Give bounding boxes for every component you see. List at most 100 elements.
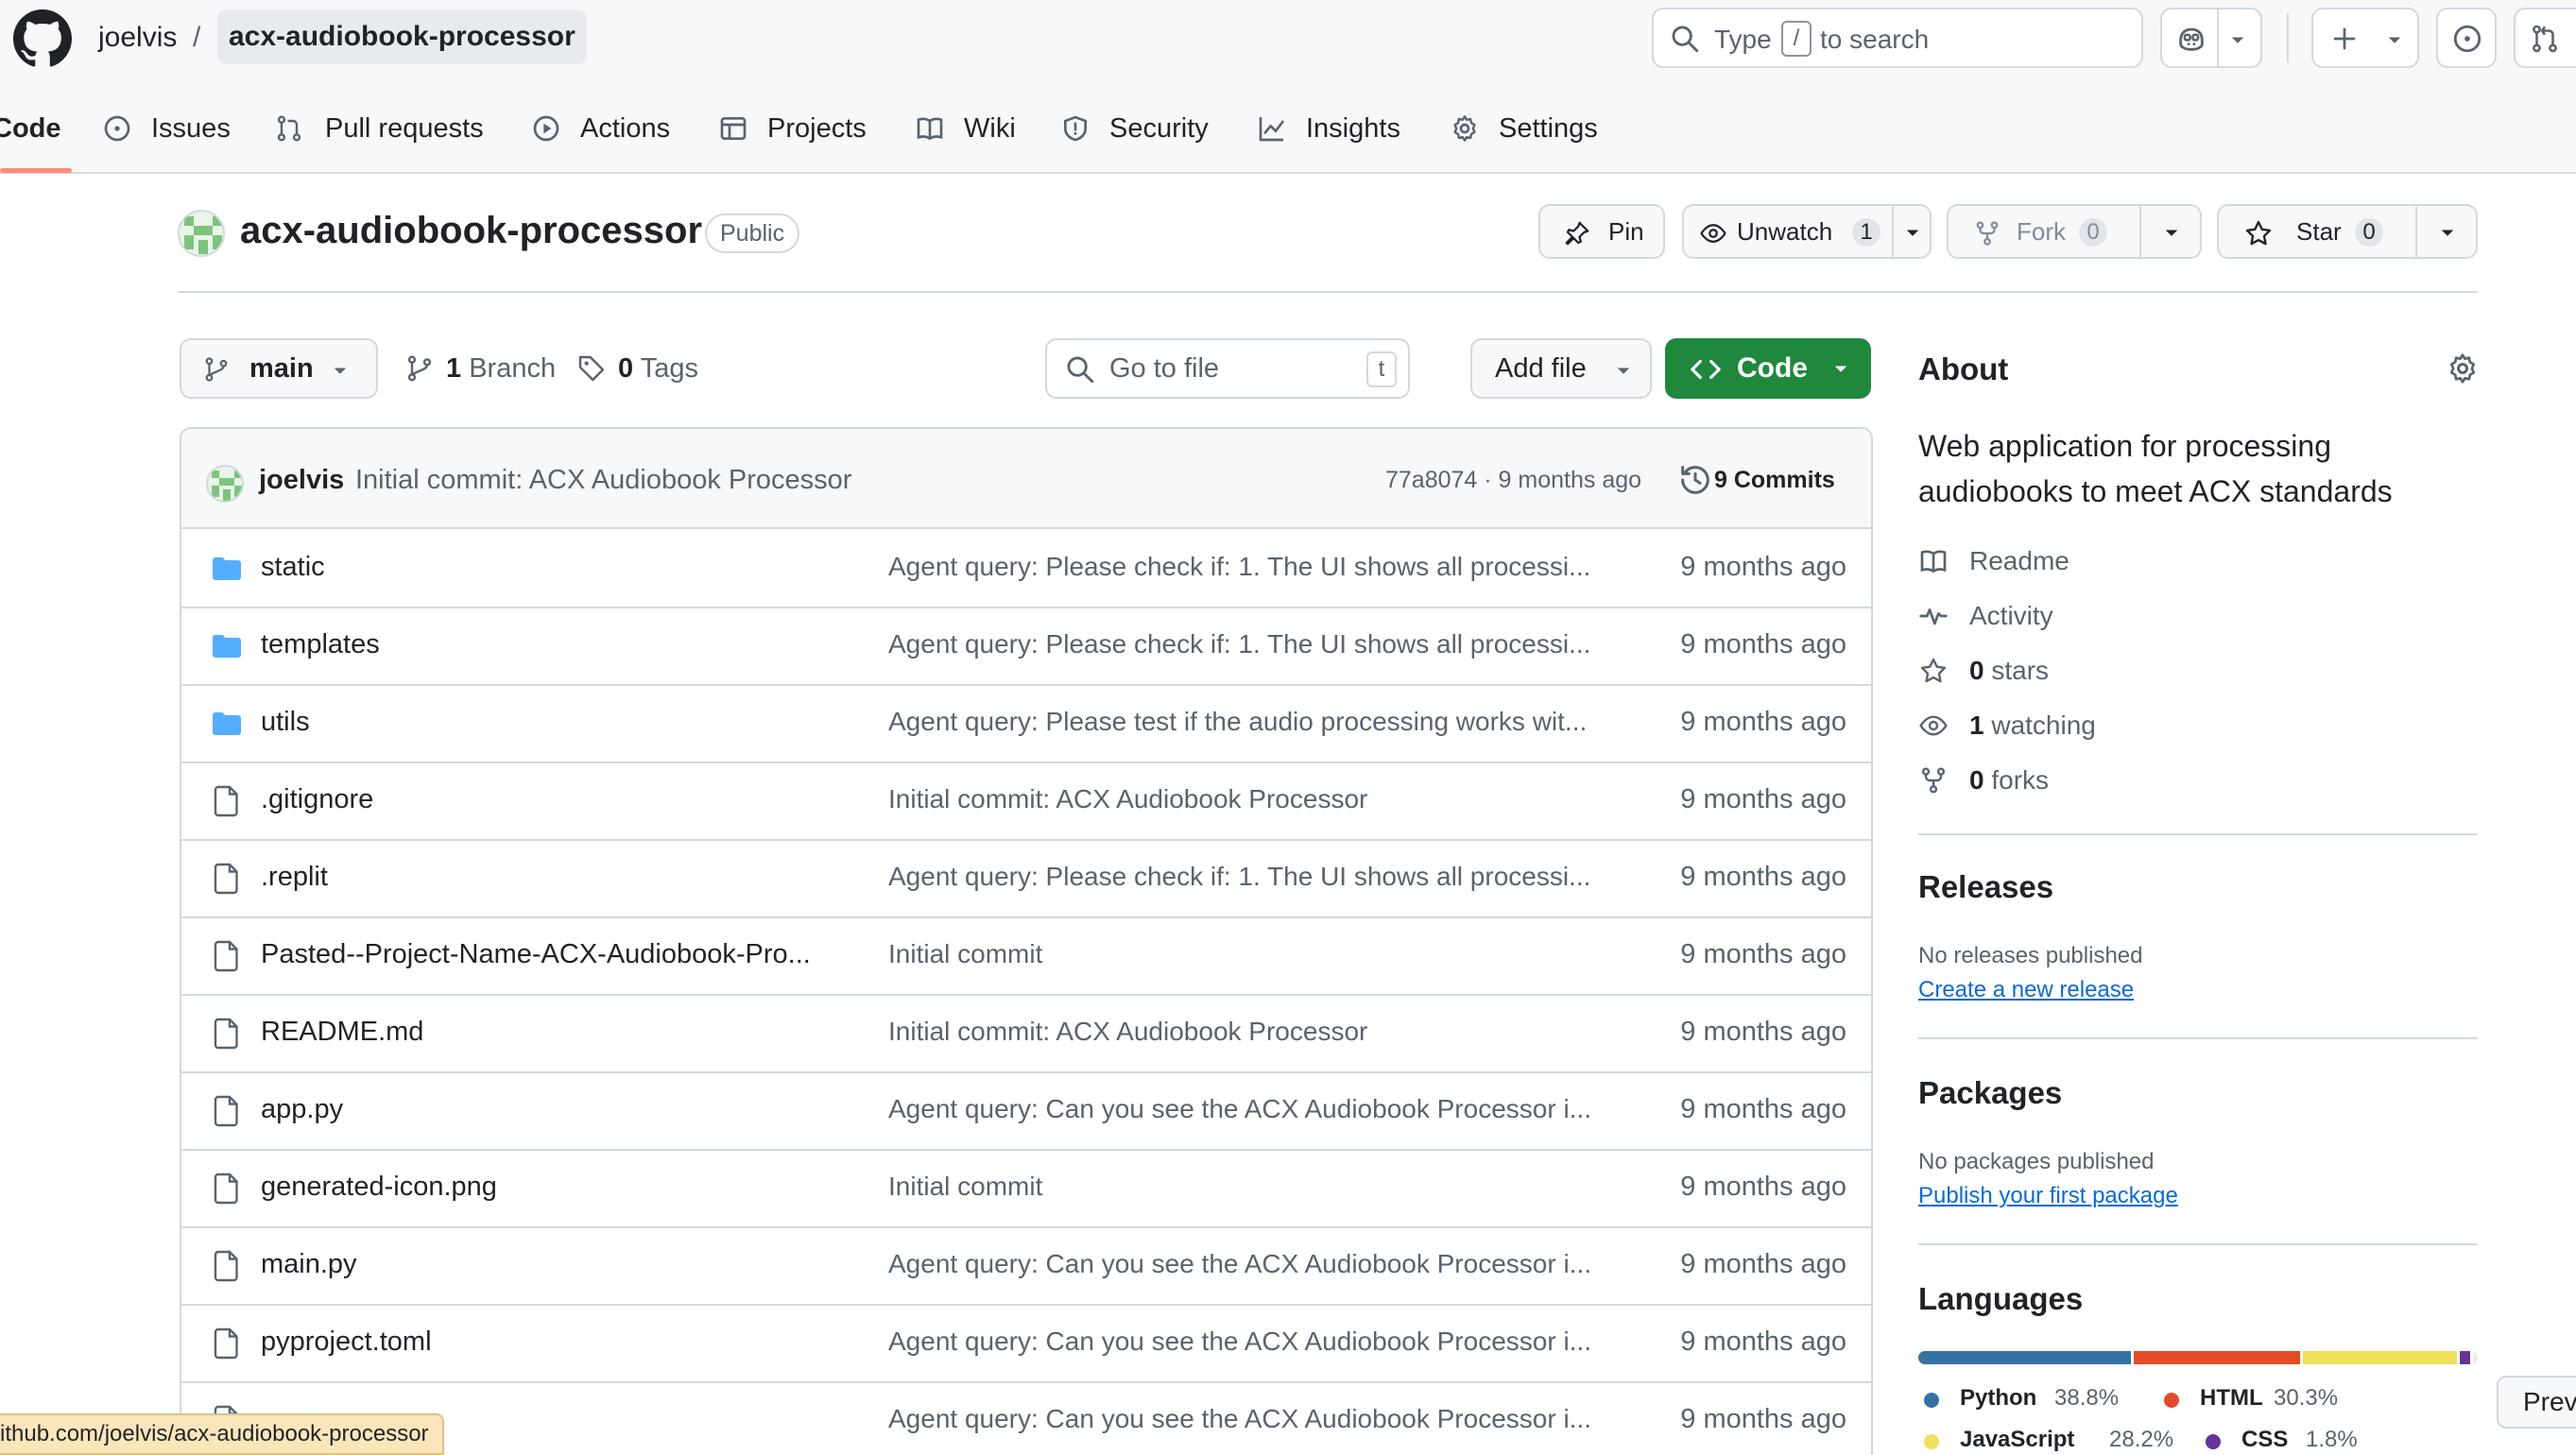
code-button[interactable]: Code (1665, 338, 1871, 399)
file-row[interactable]: Pasted--Project-Name-ACX-Audiobook-Pro..… (181, 918, 1871, 996)
branch-name: main (249, 353, 314, 384)
file-row[interactable]: .gitignore Initial commit: ACX Audiobook … (181, 763, 1871, 841)
language-segment (2302, 1351, 2458, 1364)
chevron-down-icon[interactable] (1903, 223, 1922, 242)
search-shortcut-key: / (1781, 21, 1812, 57)
file-commit-message[interactable]: Initial commit: ACX Audiobook Processor (888, 1017, 1367, 1047)
file-name[interactable]: generated-icon.png (261, 1172, 497, 1203)
commit-author-avatar[interactable] (206, 465, 244, 503)
chevron-down-icon[interactable] (2438, 223, 2457, 242)
file-commit-message[interactable]: Agent query: Can you see the ACX Audiobo… (888, 1094, 1591, 1124)
language-name: JavaScript (1960, 1427, 2075, 1452)
commit-author[interactable]: joelvis (259, 465, 344, 496)
activity-label: Activity (1969, 601, 2053, 630)
tab-issues-label: Issues (151, 113, 231, 144)
add-file-button[interactable]: Add file (1470, 338, 1652, 399)
file-icon (210, 939, 244, 973)
star-icon (2245, 220, 2272, 246)
file-commit-message[interactable]: Initial commit (888, 1172, 1042, 1202)
chevron-down-icon (334, 368, 347, 374)
file-icon (210, 784, 244, 818)
file-commit-message[interactable]: Agent query: Please check if: 1. The UI … (888, 552, 1590, 582)
file-row[interactable]: main.py Agent query: Can you see the ACX … (181, 1228, 1871, 1306)
packages-divider (1918, 1243, 2478, 1245)
file-age: 9 months ago (1680, 707, 1846, 737)
file-name[interactable]: .gitignore (261, 784, 373, 815)
releases-heading[interactable]: Releases (1918, 869, 2053, 905)
file-commit-message[interactable]: Agent query: Can you see the ACX Audiobo… (888, 1249, 1591, 1279)
fork-divider (2139, 206, 2141, 257)
file-row[interactable]: app.py Agent query: Can you see the ACX A… (181, 1073, 1871, 1151)
repo-title[interactable]: acx-audiobook-processor (240, 210, 702, 252)
file-row[interactable]: pyproject.toml Agent query: Can you see t… (181, 1306, 1871, 1383)
owner-avatar[interactable] (178, 210, 225, 257)
star-divider (2415, 206, 2417, 257)
file-commit-message[interactable]: Initial commit (888, 939, 1042, 969)
pin-button[interactable]: Pin (1538, 204, 1665, 259)
tab-actions-label: Actions (580, 113, 671, 144)
forks-count: 0 (1969, 765, 1984, 795)
gear-icon[interactable] (2446, 351, 2480, 385)
file-row[interactable]: .replit Agent query: Please check if: 1. … (181, 841, 1871, 918)
file-icon (210, 1172, 244, 1206)
chevron-down-icon[interactable] (2228, 30, 2247, 49)
packages-heading[interactable]: Packages (1918, 1075, 2062, 1111)
code-icon (1691, 359, 1721, 380)
global-search-input[interactable]: Type / to search (1652, 8, 2143, 68)
tags-label: Tags (640, 353, 698, 384)
go-to-file-input[interactable]: Go to file t (1045, 338, 1410, 399)
file-commit-message[interactable]: Agent query: Please test if the audio pr… (888, 707, 1587, 737)
star-icon (1920, 658, 1947, 683)
file-name[interactable]: app.py (261, 1094, 343, 1125)
file-age: 9 months ago (1680, 629, 1846, 659)
file-commit-message[interactable]: Agent query: Please check if: 1. The UI … (888, 629, 1590, 659)
file-name[interactable]: main.py (261, 1249, 357, 1280)
chevron-down-icon[interactable] (2162, 223, 2181, 242)
language-dot (1924, 1393, 1939, 1408)
file-row[interactable]: templates Agent query: Please check if: 1… (181, 608, 1871, 686)
watch-button[interactable]: Unwatch 1 (1682, 204, 1932, 259)
commit-message[interactable]: Initial commit: ACX Audiobook Processor (355, 465, 851, 496)
fork-button[interactable]: Fork 0 (1947, 204, 2202, 259)
branches-count: 1 (446, 353, 462, 384)
file-name[interactable]: pyproject.toml (261, 1327, 432, 1358)
file-commit-message[interactable]: Agent query: Can you see the ACX Audiobo… (888, 1404, 1591, 1434)
history-icon (1681, 466, 1709, 494)
branch-selector[interactable]: main (180, 338, 378, 399)
breadcrumb-owner[interactable]: joelvis (98, 21, 177, 55)
file-commit-message[interactable]: Initial commit: ACX Audiobook Processor (888, 784, 1367, 814)
github-logo-icon[interactable] (13, 9, 72, 68)
file-icon (210, 1017, 244, 1051)
breadcrumb-repo[interactable]: acx-audiobook-processor (217, 9, 587, 64)
search-icon (1067, 356, 1094, 384)
file-name[interactable]: static (261, 552, 325, 583)
commits-link[interactable]: 9 Commits (1714, 467, 1835, 494)
file-icon (210, 1327, 244, 1361)
preview-button[interactable]: Prev (2497, 1376, 2576, 1429)
commit-sha-time[interactable]: 77a8074 · 9 months ago (1385, 467, 1641, 494)
issue-icon (104, 115, 130, 142)
code-button-label: Code (1737, 352, 1808, 384)
file-commit-message[interactable]: Agent query: Can you see the ACX Audiobo… (888, 1327, 1591, 1357)
issues-button[interactable] (2436, 8, 2497, 68)
file-row[interactable]: generated-icon.png Initial commit 9 months… (181, 1151, 1871, 1228)
file-name[interactable]: utils (261, 707, 310, 738)
file-name[interactable]: templates (261, 629, 380, 660)
fork-count: 0 (2079, 218, 2107, 247)
create-release-link[interactable]: Create a new release (1918, 977, 2134, 1003)
file-row[interactable]: static Agent query: Please check if: 1. T… (181, 531, 1871, 608)
breadcrumb-separator: / (193, 22, 201, 53)
create-new-button[interactable] (2311, 8, 2419, 68)
file-row[interactable]: README.md Initial commit: ACX Audiobook P… (181, 996, 1871, 1073)
file-name[interactable]: .replit (261, 862, 328, 893)
publish-package-link[interactable]: Publish your first package (1918, 1183, 2178, 1209)
file-name[interactable]: README.md (261, 1017, 423, 1048)
file-name[interactable]: Pasted--Project-Name-ACX-Audiobook-Pro..… (261, 939, 811, 970)
file-row[interactable]: utils Agent query: Please test if the aud… (181, 686, 1871, 763)
copilot-button[interactable] (2160, 8, 2262, 68)
fork-icon (1976, 221, 1999, 246)
file-commit-message[interactable]: Agent query: Please check if: 1. The UI … (888, 862, 1590, 892)
stars-count: 0 (1969, 656, 1984, 685)
pull-requests-button[interactable] (2514, 8, 2576, 68)
star-button[interactable]: Star 0 (2217, 204, 2478, 259)
